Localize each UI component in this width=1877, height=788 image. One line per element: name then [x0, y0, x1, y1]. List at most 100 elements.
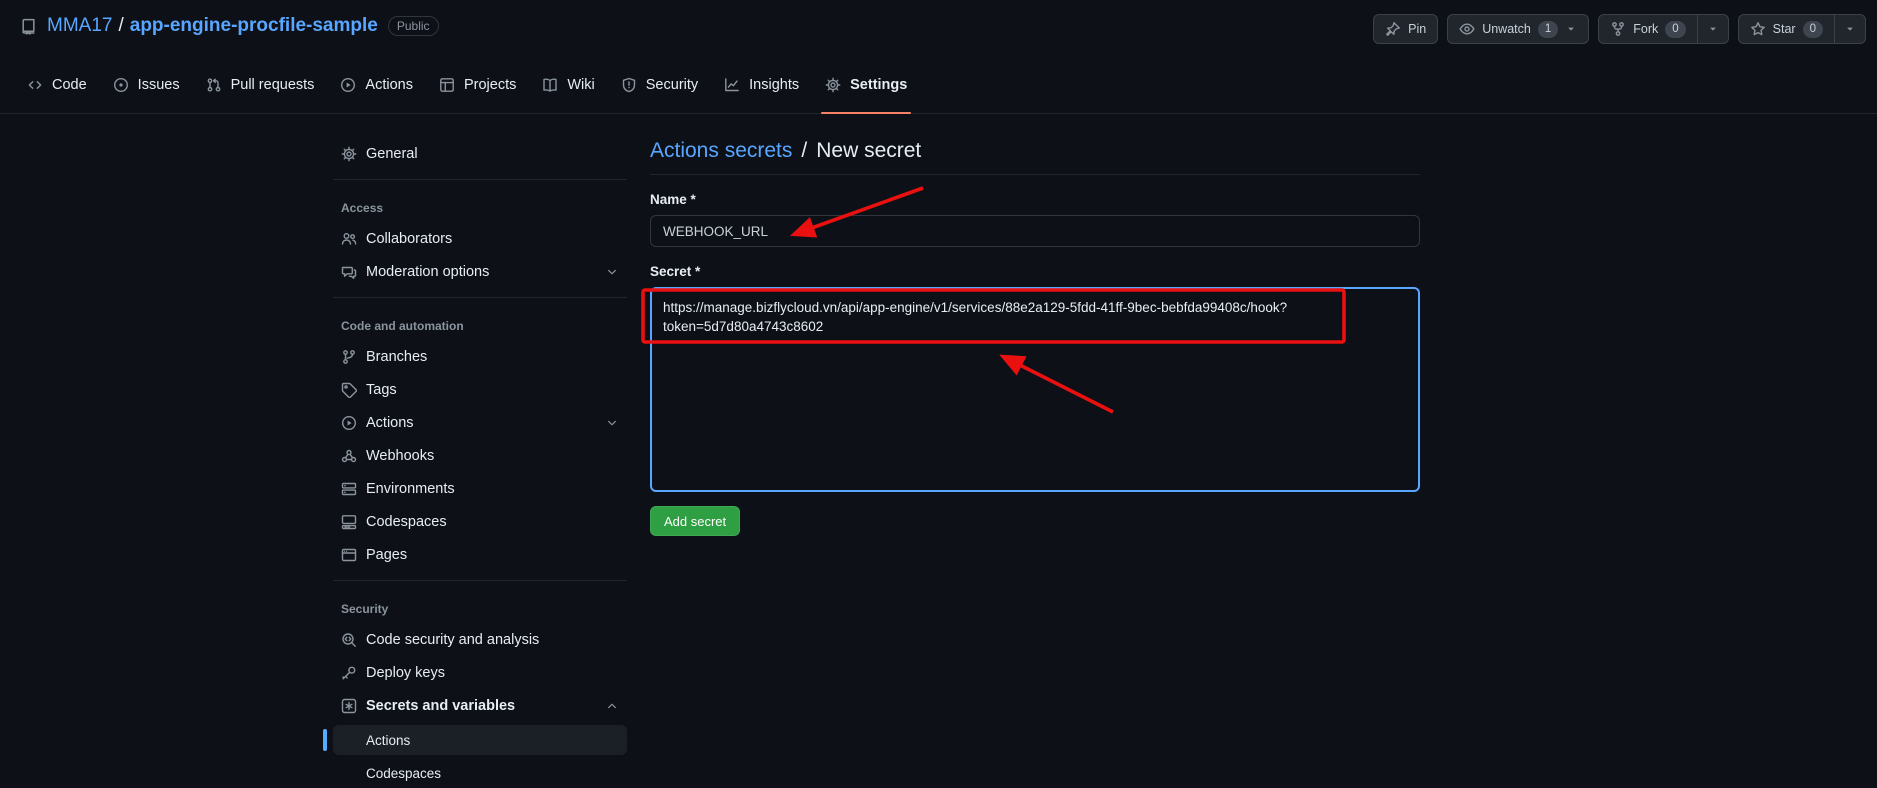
tab-insights[interactable]: Insights — [711, 56, 812, 113]
repo-action-buttons: Pin Unwatch 1 Fork 0 Star 0 — [1373, 14, 1866, 44]
sidebar-item-label: Actions — [366, 414, 414, 431]
book-icon — [542, 77, 558, 93]
unwatch-button-label: Unwatch — [1482, 22, 1531, 36]
pin-icon — [1385, 21, 1401, 37]
triangle-down-icon — [1844, 23, 1856, 35]
sidebar-section-code-and-automation: Code and automation — [341, 319, 464, 333]
sidebar-item-label: Webhooks — [366, 447, 435, 464]
comment-discussion-icon — [341, 264, 357, 280]
unwatch-counter: 1 — [1537, 20, 1559, 38]
name-label: Name * — [650, 192, 696, 207]
sidebar-item-branches[interactable]: Branches — [333, 340, 627, 373]
sidebar-item-label: Pages — [366, 546, 408, 563]
secret-icon — [341, 698, 357, 714]
tab-label: Insights — [749, 76, 800, 93]
triangle-down-icon — [1565, 23, 1577, 35]
sidebar-item-label: General — [366, 145, 418, 162]
repo-name-link[interactable]: app-engine-procfile-sample — [130, 15, 378, 37]
secret-value-textarea[interactable]: https://manage.bizflycloud.vn/api/app-en… — [650, 287, 1420, 492]
sidebar-item-label: Code security and analysis — [366, 631, 540, 648]
webhook-icon — [341, 448, 357, 464]
sidebar-item-code-security[interactable]: Code security and analysis — [333, 623, 627, 656]
code-icon — [27, 77, 43, 93]
sidebar-item-deploy-keys[interactable]: Deploy keys — [333, 656, 627, 689]
sidebar-item-secrets-and-variables[interactable]: Secrets and variables — [333, 689, 627, 722]
unwatch-button[interactable]: Unwatch 1 — [1447, 14, 1590, 44]
star-dropdown[interactable] — [1834, 15, 1865, 43]
fork-button-label: Fork — [1633, 22, 1659, 36]
codescan-icon — [341, 632, 357, 648]
sidebar-item-label: Deploy keys — [366, 664, 445, 681]
tab-settings[interactable]: Settings — [812, 56, 920, 114]
fork-button[interactable]: Fork 0 — [1598, 14, 1729, 44]
sidebar-item-general[interactable]: General — [333, 137, 627, 170]
sidebar-subitem-actions[interactable]: Actions — [323, 725, 627, 755]
sidebar-item-collaborators[interactable]: Collaborators — [333, 222, 627, 255]
eye-icon — [1459, 21, 1475, 37]
sidebar-item-actions[interactable]: Actions — [333, 406, 627, 439]
star-icon — [1750, 21, 1766, 37]
tag-icon — [341, 382, 357, 398]
sidebar-item-label: Tags — [366, 381, 397, 398]
sidebar-subitem-codespaces[interactable]: Codespaces — [333, 758, 627, 788]
sidebar-item-label: Branches — [366, 348, 428, 365]
tab-code[interactable]: Code — [14, 56, 100, 113]
shield-icon — [621, 77, 637, 93]
star-counter: 0 — [1802, 20, 1823, 38]
star-button[interactable]: Star 0 — [1737, 14, 1866, 44]
tab-pull-requests[interactable]: Pull requests — [193, 56, 328, 113]
sidebar-item-label: Secrets and variables — [366, 697, 516, 714]
people-icon — [341, 231, 357, 247]
tab-wiki[interactable]: Wiki — [529, 56, 607, 113]
star-button-main[interactable]: Star 0 — [1739, 15, 1834, 43]
fork-icon — [1610, 21, 1626, 37]
tab-label: Projects — [463, 76, 517, 93]
tab-label: Code — [52, 76, 87, 93]
pull-request-icon — [206, 77, 222, 93]
secret-label: Secret * — [650, 264, 701, 279]
tab-projects[interactable]: Projects — [426, 56, 529, 113]
play-icon — [340, 77, 356, 93]
sidebar-item-label: Collaborators — [366, 230, 453, 247]
repo-icon — [20, 18, 37, 35]
sidebar-subitem-label: Actions — [366, 732, 411, 748]
page-title: Actions secrets / New secret — [650, 139, 1420, 175]
active-indicator — [323, 729, 327, 751]
repo-title-separator: / — [118, 15, 124, 36]
breadcrumb-link-actions-secrets[interactable]: Actions secrets — [650, 139, 792, 163]
repo-header: MMA17 / app-engine-procfile-sample Publi… — [20, 15, 439, 37]
repo-tab-bar: Code Issues Pull requests Actions Projec… — [0, 56, 1877, 114]
issue-icon — [113, 77, 129, 93]
pin-button[interactable]: Pin — [1373, 14, 1439, 44]
gear-icon — [341, 146, 357, 162]
tab-security[interactable]: Security — [608, 56, 711, 113]
sidebar-item-environments[interactable]: Environments — [333, 472, 627, 505]
secret-name-input[interactable] — [650, 215, 1420, 247]
gear-icon — [825, 77, 841, 93]
graph-icon — [724, 77, 740, 93]
pin-button-label: Pin — [1408, 22, 1427, 36]
sidebar-item-codespaces[interactable]: Codespaces — [333, 505, 627, 538]
chevron-down-icon — [605, 416, 619, 430]
tab-label: Actions — [365, 76, 413, 93]
tab-label: Wiki — [567, 76, 595, 93]
add-secret-button[interactable]: Add secret — [650, 506, 741, 536]
repo-owner-link[interactable]: MMA17 — [47, 15, 112, 37]
fork-counter: 0 — [1665, 20, 1686, 38]
fork-button-main[interactable]: Fork 0 — [1599, 15, 1696, 43]
fork-dropdown[interactable] — [1696, 15, 1728, 43]
sidebar-item-webhooks[interactable]: Webhooks — [333, 439, 627, 472]
play-icon — [341, 415, 357, 431]
tab-actions[interactable]: Actions — [327, 56, 426, 113]
settings-sidebar: General Access Collaborators Moderation … — [323, 137, 627, 788]
sidebar-divider — [333, 580, 627, 581]
new-secret-form: Actions secrets / New secret Name * Secr… — [650, 113, 1420, 536]
tab-issues[interactable]: Issues — [100, 56, 193, 113]
sidebar-section-security: Security — [341, 602, 389, 616]
sidebar-item-moderation-options[interactable]: Moderation options — [333, 255, 627, 288]
sidebar-subitem-label: Codespaces — [366, 765, 442, 781]
chevron-down-icon — [605, 265, 619, 279]
sidebar-item-label: Codespaces — [366, 513, 447, 530]
sidebar-item-tags[interactable]: Tags — [333, 373, 627, 406]
sidebar-item-pages[interactable]: Pages — [333, 538, 627, 571]
